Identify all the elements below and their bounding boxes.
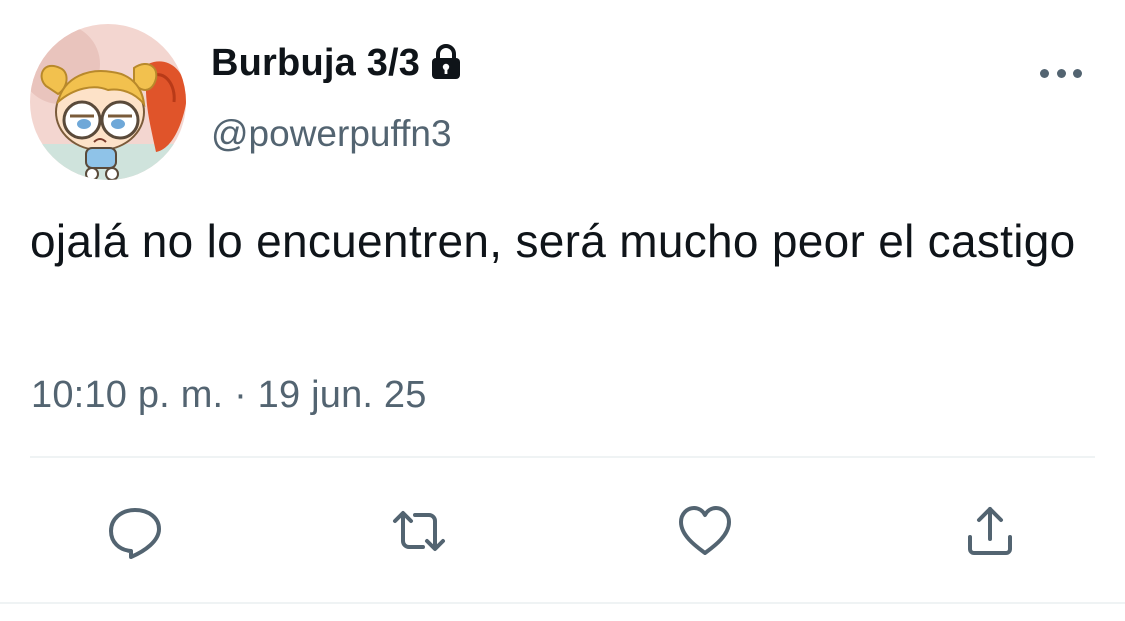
share-icon bbox=[968, 507, 1012, 555]
like-icon bbox=[679, 506, 731, 555]
divider bbox=[30, 456, 1095, 458]
reply-icon bbox=[109, 508, 161, 559]
bottom-divider bbox=[0, 602, 1125, 604]
tweet-text: ojalá no lo encuentren, será mucho peor … bbox=[30, 215, 1076, 267]
share-button[interactable] bbox=[960, 503, 1020, 559]
tweet-card: Burbuja 3/3 @powerpuffn3 ojalá no lo enc… bbox=[0, 0, 1125, 621]
display-name[interactable]: Burbuja 3/3 bbox=[211, 42, 420, 85]
reply-button[interactable] bbox=[105, 503, 165, 559]
cartoon-avatar-image bbox=[30, 24, 186, 180]
retweet-button[interactable] bbox=[389, 503, 449, 559]
more-options-icon[interactable] bbox=[1040, 62, 1082, 84]
retweet-icon bbox=[393, 511, 445, 551]
avatar[interactable] bbox=[30, 24, 186, 180]
handle[interactable]: @powerpuffn3 bbox=[211, 113, 452, 155]
timestamp[interactable]: 10:10 p. m. · 19 jun. 25 bbox=[31, 374, 427, 417]
like-button[interactable] bbox=[675, 503, 735, 559]
lock-icon bbox=[432, 43, 461, 79]
author-name-row[interactable]: Burbuja 3/3 bbox=[211, 42, 462, 85]
